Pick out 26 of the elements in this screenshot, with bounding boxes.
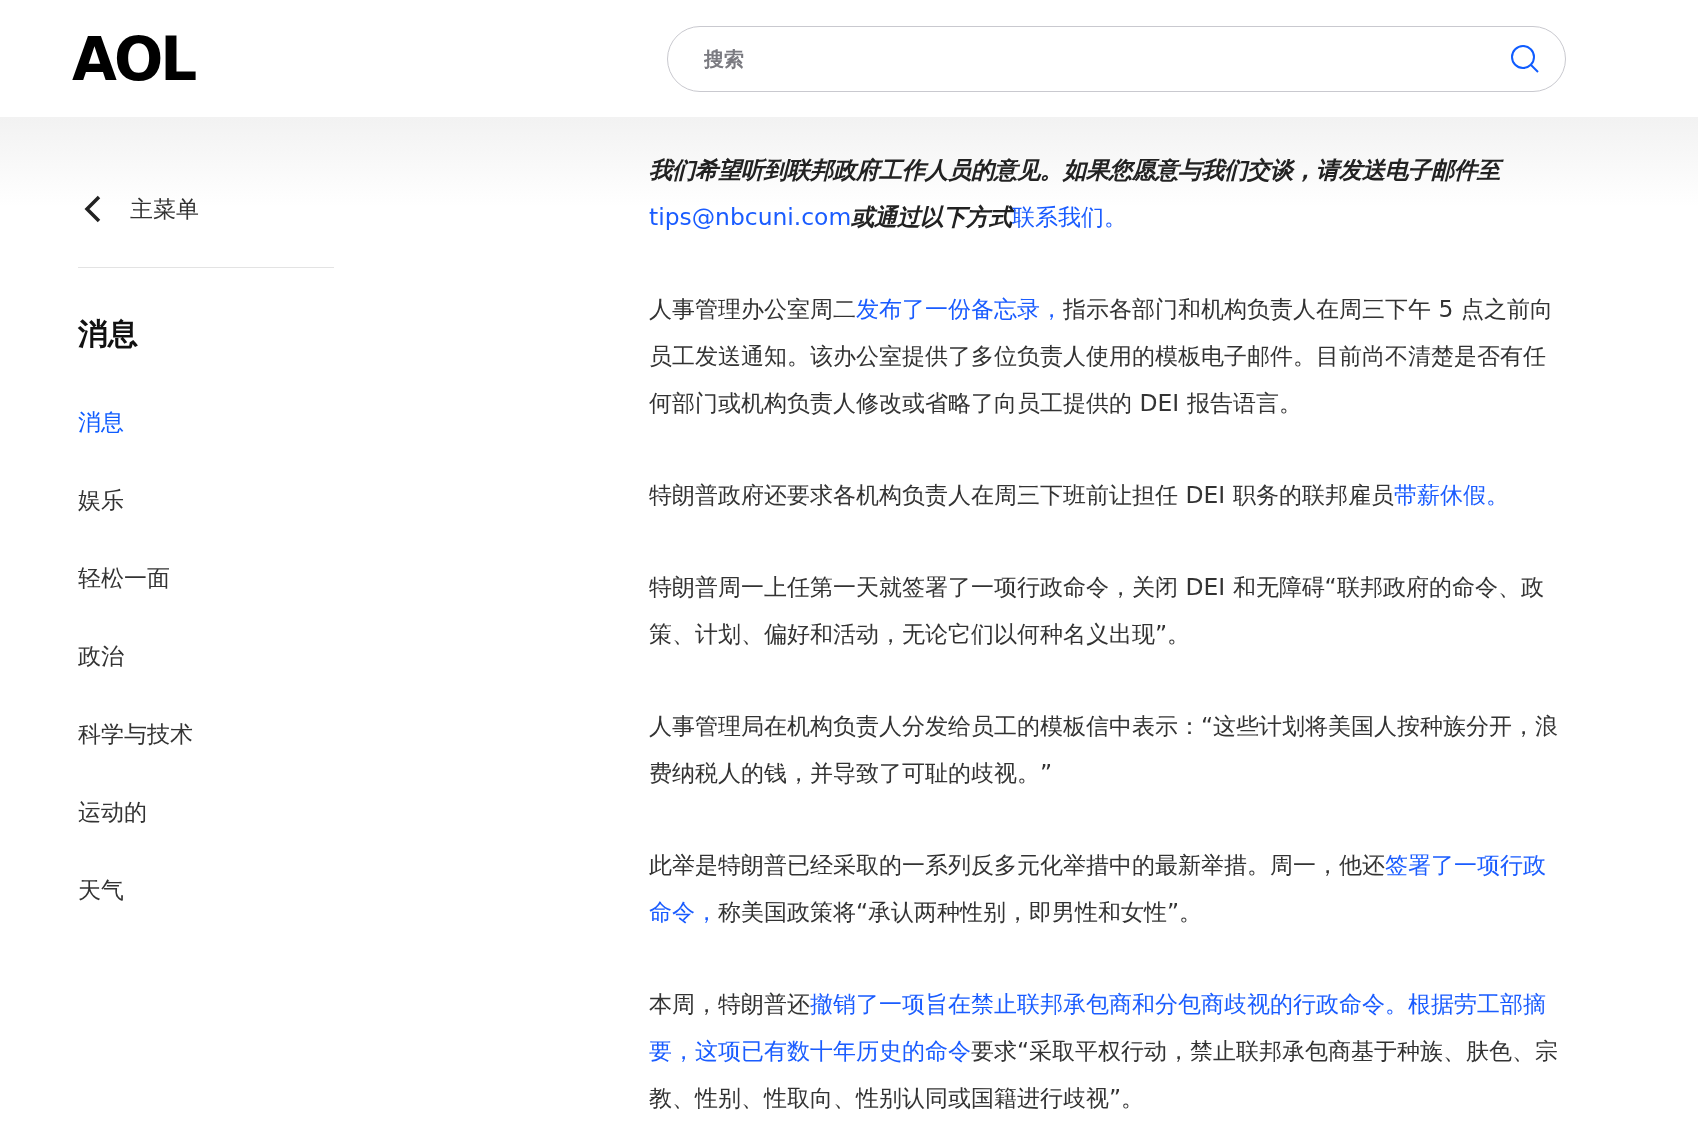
article-paragraph: 人事管理局在机构负责人分发给员工的模板信中表示：“这些计划将美国人按种族分开，浪费纳税人的钱，并导致了可耻的歧视。” xyxy=(649,711,1560,789)
article-paragraph: 特朗普政府还要求各机构负责人在周三下班前让担任 DEI 职务的联邦雇员带薪休假。 xyxy=(649,480,1510,511)
article-paragraph: 我们希望听到联邦政府工作人员的意见。如果您愿意与我们交谈，请发送电子邮件至 tips@nbcuni.com或通过以下方式联系我们。 xyxy=(649,147,1567,241)
search-icon[interactable] xyxy=(1510,43,1540,74)
nav-item[interactable]: 政治 xyxy=(78,640,124,672)
nav-item[interactable]: 轻松一面 xyxy=(78,562,170,594)
nav-item[interactable]: 天气 xyxy=(78,874,124,906)
text-link[interactable]: 发布了一份备忘录， xyxy=(856,295,1063,323)
nav-item[interactable]: 消息 xyxy=(78,406,124,438)
text-link[interactable]: 命令， xyxy=(649,898,718,926)
text-link[interactable]: 要，这项已有数十年历史的命令 xyxy=(649,1037,971,1065)
nav-item[interactable]: 娱乐 xyxy=(78,484,124,516)
back-button[interactable]: 主菜单 xyxy=(78,185,199,233)
section-heading: 消息 xyxy=(78,315,139,353)
article-paragraph: 本周，特朗普还撤销了一项旨在禁止联邦承包商和分包商歧视的行政命令。根据劳工部摘 要，这项已有数十年历史的命令要求“采取平权行动，禁止联邦承包商基于种族、肤色、宗教、性别、性取向、性别认同或国籍进行歧视”。 xyxy=(649,989,1560,1114)
article-paragraph: 人事管理办公室周二发布了一份备忘录，指示各部门和机构负责人在周三下午 5 点之前向员工发送通知。该办公室提供了多位负责人使用的模板电子邮件。目前尚不清楚是否有任何部门或机构负责人修改或省略了向员工提供的 DEI 报告语言。 xyxy=(649,294,1554,419)
nav-item[interactable]: 运动的 xyxy=(78,796,147,828)
nav-item[interactable]: 科学与技术 xyxy=(78,718,193,750)
text-link[interactable]: 带薪休假。 xyxy=(1393,481,1509,509)
search-field[interactable]: 搜索 xyxy=(667,25,1566,92)
text-link[interactable]: 签署了一项行政 xyxy=(1385,851,1546,879)
text-link[interactable]: 撤销了一项旨在禁止联邦承包商和分包商歧视的行政命令。根据劳工部摘 xyxy=(810,990,1546,1018)
logo[interactable]: AOL xyxy=(72,28,667,89)
article-paragraph: 特朗普周一上任第一天就签署了一项行政命令，关闭 DEI 和无障碍“联邦政府的命令、政策、计划、偏好和活动，无论它们以何种名义出现”。 xyxy=(649,572,1545,650)
text-link[interactable]: tips@nbcuni.com xyxy=(649,203,852,231)
article-paragraph: 此举是特朗普已经采取的一系列反多元化举措中的最新举措。周一，他还签署了一项行政 命令，称美国政策将“承认两种性别，即男性和女性”。 xyxy=(649,850,1547,928)
